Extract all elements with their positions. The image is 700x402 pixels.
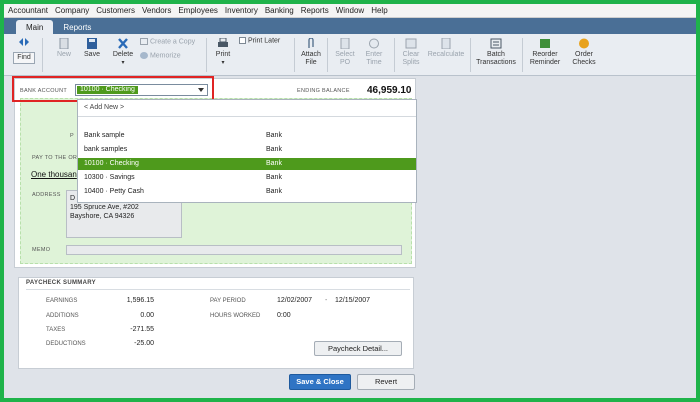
reorder-icon bbox=[540, 39, 550, 48]
pay-period-start[interactable]: 12/02/2007 bbox=[277, 297, 312, 304]
dropdown-item-petty-cash[interactable]: 10400 · Petty Cash Bank bbox=[78, 186, 416, 198]
printer-icon bbox=[218, 38, 228, 47]
additions-label: ADDITIONS bbox=[46, 313, 79, 319]
pay-to-label: PAY TO THE OR bbox=[32, 155, 78, 161]
print-later-checkbox[interactable]: Print Later bbox=[239, 37, 289, 45]
calculator-icon bbox=[441, 38, 451, 49]
prev-next-arrows-icon bbox=[19, 38, 29, 46]
paycheck-summary-title: PAYCHECK SUMMARY bbox=[26, 280, 96, 286]
batch-transactions-button[interactable]: Batch Transactions bbox=[474, 38, 518, 67]
toolbar: Find New Save Delete ▾ Create a Copy Mem… bbox=[4, 34, 696, 76]
dropdown-add-new[interactable]: < Add New > bbox=[78, 102, 416, 114]
save-button[interactable]: Save bbox=[80, 38, 104, 59]
paycheck-detail-button[interactable]: Paycheck Detail... bbox=[314, 341, 402, 356]
menu-customers[interactable]: Customers bbox=[96, 6, 135, 15]
select-po-button[interactable]: Select PO bbox=[332, 38, 358, 67]
clear-splits-button[interactable]: Clear Splits bbox=[398, 38, 424, 67]
hours-worked-label: HOURS WORKED bbox=[210, 313, 261, 319]
address-lines: 195 Spruce Ave, #202 Bayshore, CA 94326 bbox=[70, 204, 139, 220]
amount-in-words: One thousan bbox=[31, 170, 77, 179]
bank-account-dropdown-list: < Add New > Bank sample Bank bank sample… bbox=[77, 99, 417, 203]
ending-balance-value: 46,959.10 bbox=[367, 85, 412, 96]
memorize-icon bbox=[140, 52, 148, 59]
menu-bar: Accountant Company Customers Vendors Emp… bbox=[4, 4, 696, 18]
dropdown-item-savings[interactable]: 10300 · Savings Bank bbox=[78, 172, 416, 184]
clear-splits-icon bbox=[405, 38, 417, 49]
tab-main[interactable]: Main bbox=[16, 20, 54, 34]
delete-button[interactable]: Delete ▾ bbox=[108, 38, 138, 67]
menu-window[interactable]: Window bbox=[336, 6, 364, 15]
recalculate-button[interactable]: Recalculate bbox=[426, 38, 466, 59]
chevron-down-icon: ▾ bbox=[221, 60, 225, 66]
menu-employees[interactable]: Employees bbox=[178, 6, 218, 15]
pay-period-separator: - bbox=[325, 297, 328, 304]
checkbox-icon bbox=[239, 37, 246, 44]
address-label: ADDRESS bbox=[32, 192, 61, 198]
dropdown-item-bank-samples[interactable]: bank samples Bank bbox=[78, 144, 416, 156]
earnings-label: EARNINGS bbox=[46, 298, 78, 304]
copy-icon bbox=[140, 38, 148, 45]
revert-button[interactable]: Revert bbox=[357, 374, 415, 390]
menu-banking[interactable]: Banking bbox=[265, 6, 294, 15]
floppy-disk-icon bbox=[87, 38, 97, 49]
menu-inventory[interactable]: Inventory bbox=[225, 6, 258, 15]
new-button[interactable]: New bbox=[52, 38, 76, 59]
order-checks-icon bbox=[579, 38, 589, 49]
chevron-down-icon: ▾ bbox=[121, 60, 125, 66]
reorder-reminder-button[interactable]: Reorder Reminder bbox=[525, 38, 565, 67]
menu-company[interactable]: Company bbox=[55, 6, 89, 15]
delete-x-icon bbox=[118, 38, 128, 49]
tab-strip: Main Reports bbox=[4, 18, 696, 34]
hours-worked-value: 0:00 bbox=[277, 312, 291, 319]
attach-file-button[interactable]: Attach File bbox=[298, 38, 324, 67]
memorize-button[interactable]: Memorize bbox=[140, 52, 202, 60]
menu-accountant[interactable]: Accountant bbox=[8, 6, 48, 15]
new-document-icon bbox=[59, 38, 69, 49]
create-copy-button[interactable]: Create a Copy bbox=[140, 38, 202, 46]
memo-label: MEMO bbox=[32, 247, 51, 253]
menu-reports[interactable]: Reports bbox=[301, 6, 329, 15]
taxes-label: TAXES bbox=[46, 327, 66, 333]
pay-period-label: PAY PERIOD bbox=[210, 298, 246, 304]
enter-time-button[interactable]: Enter Time bbox=[361, 38, 387, 67]
dropdown-item-bank-sample[interactable]: Bank sample Bank bbox=[78, 130, 416, 142]
additions-value: 0.00 bbox=[140, 312, 154, 319]
menu-vendors[interactable]: Vendors bbox=[142, 6, 171, 15]
batch-icon bbox=[490, 38, 502, 49]
find-button[interactable]: Find bbox=[10, 37, 38, 64]
deductions-label: DEDUCTIONS bbox=[46, 341, 86, 347]
earnings-value: 1,596.15 bbox=[126, 297, 154, 304]
purchase-order-icon bbox=[340, 38, 350, 49]
menu-help[interactable]: Help bbox=[371, 6, 387, 15]
paperclip-icon bbox=[308, 38, 314, 48]
taxes-value: -271.55 bbox=[130, 326, 154, 333]
print-button[interactable]: Print ▾ bbox=[211, 38, 235, 67]
memo-field[interactable] bbox=[66, 245, 402, 255]
tab-reports[interactable]: Reports bbox=[53, 20, 101, 34]
divider bbox=[26, 289, 410, 290]
clock-icon bbox=[369, 38, 379, 49]
ending-balance-label: ENDING BALANCE bbox=[297, 88, 350, 94]
save-and-close-button[interactable]: Save & Close bbox=[289, 374, 351, 390]
date-label-partial: P bbox=[70, 133, 74, 139]
pay-period-end[interactable]: 12/15/2007 bbox=[335, 297, 370, 304]
order-checks-button[interactable]: Order Checks bbox=[567, 38, 601, 67]
deductions-value: -25.00 bbox=[134, 340, 154, 347]
dropdown-item-checking[interactable]: 10100 · Checking Bank bbox=[78, 158, 416, 170]
